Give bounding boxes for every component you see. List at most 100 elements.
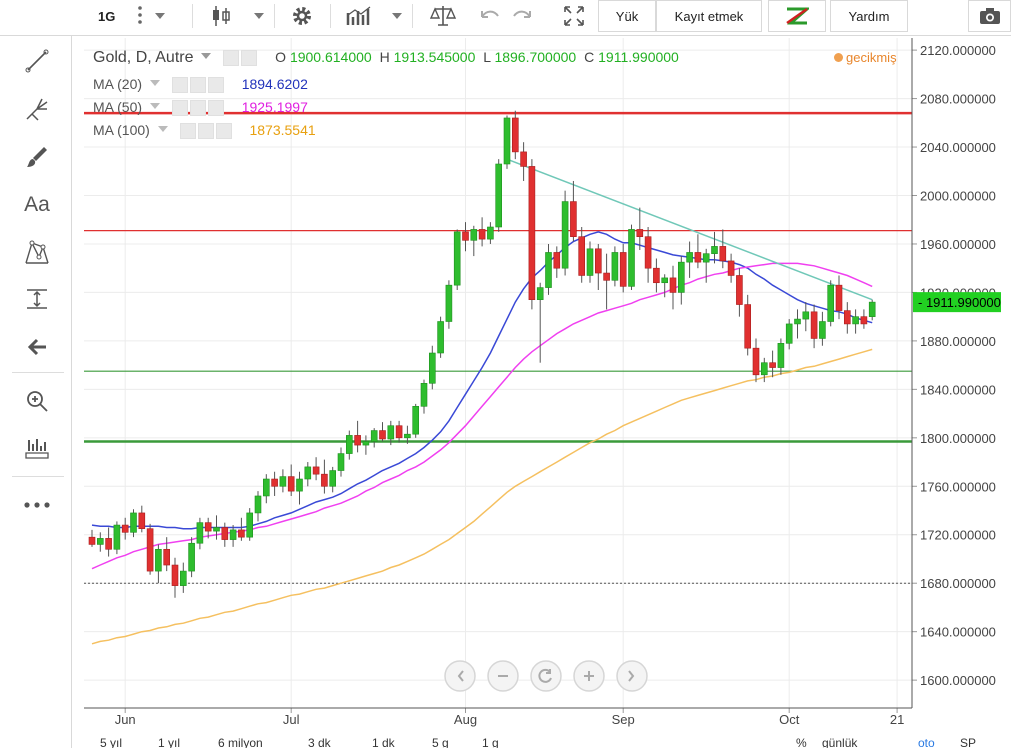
candle-body-up [337, 453, 345, 471]
candle-body-down [619, 252, 627, 287]
settings-icon[interactable] [189, 100, 206, 117]
brush-icon[interactable] [14, 138, 60, 176]
range-3d[interactable]: 3 dk [308, 736, 331, 748]
brand-logo[interactable] [768, 0, 826, 32]
range-1g[interactable]: 1 g [482, 736, 499, 748]
chevron-down-icon[interactable] [201, 53, 212, 59]
zoom-in-icon[interactable] [573, 660, 605, 692]
candle-body-up [611, 252, 619, 281]
interval-select[interactable]: 1G [84, 0, 184, 32]
price-chart[interactable]: 1600.000000 1640.000000 1680.000000 1720.00… [84, 38, 1011, 741]
visibility-icon[interactable] [171, 77, 188, 94]
toolbar-divider [12, 476, 64, 477]
chevron-down-icon[interactable] [254, 13, 264, 19]
chevron-down-icon[interactable] [157, 126, 168, 132]
candle-body-up [428, 352, 436, 384]
auto-toggle[interactable]: oto [918, 736, 935, 748]
range-1y[interactable]: 1 yıl [158, 736, 180, 748]
close-icon[interactable] [215, 123, 232, 140]
candle-body-up [254, 495, 262, 514]
reset-icon[interactable] [530, 660, 562, 692]
scroll-left-icon[interactable] [444, 660, 476, 692]
help-button[interactable]: Yardım [830, 0, 908, 32]
save-button[interactable]: Kayıt etmek [656, 0, 762, 32]
log-toggle[interactable]: günlük [822, 736, 857, 748]
y-tick-label: 2040.000000 [920, 140, 996, 155]
candle-body-down [694, 252, 702, 263]
candle-body-up [760, 362, 768, 376]
redo-icon[interactable] [512, 6, 534, 31]
visibility-icon[interactable] [223, 50, 240, 67]
scale-icon[interactable] [429, 4, 457, 33]
candle-body-down [146, 528, 154, 572]
candle-body-down [860, 316, 868, 325]
close-icon[interactable] [207, 100, 224, 117]
range-5g[interactable]: 5 g [432, 736, 449, 748]
ma50-label: MA (50) [93, 99, 143, 115]
symbol-title: Gold, D, Autre [93, 49, 194, 66]
settings-icon[interactable] [197, 123, 214, 140]
candle [146, 523, 154, 575]
zoom-out-icon[interactable] [487, 660, 519, 692]
candle-body-up [113, 524, 121, 550]
range-1d[interactable]: 1 dk [372, 736, 395, 748]
pattern-icon[interactable] [14, 234, 60, 272]
y-tick-label: 1640.000000 [920, 625, 996, 640]
chevron-down-icon[interactable] [155, 13, 166, 19]
candle-body-up [503, 117, 511, 165]
candle-body-down [379, 430, 386, 440]
load-button[interactable]: Yük [598, 0, 656, 32]
candle-body-down [88, 536, 96, 545]
candle [437, 316, 444, 358]
fullscreen-icon[interactable] [562, 4, 586, 33]
candle [495, 159, 503, 232]
candle-body-down [312, 466, 320, 475]
close-icon[interactable] [207, 77, 224, 94]
measure-icon[interactable] [14, 280, 60, 318]
y-tick-label: 2120.000000 [920, 43, 996, 58]
visibility-icon[interactable] [171, 100, 188, 117]
low-label: L [483, 49, 491, 65]
chevron-down-icon[interactable] [149, 80, 160, 86]
settings-icon[interactable] [241, 50, 258, 67]
range-6m[interactable]: 6 milyon [218, 736, 263, 748]
pitchfork-icon[interactable] [14, 90, 60, 128]
more-vertical-icon[interactable] [137, 5, 143, 28]
candle-body-up [794, 318, 801, 325]
percent-toggle[interactable]: % [796, 736, 807, 748]
candle [528, 159, 536, 310]
zoom-icon[interactable] [14, 382, 60, 420]
text-tool-icon[interactable]: Aa [14, 186, 60, 224]
ma20-value: 1894.6202 [241, 76, 308, 92]
visibility-icon[interactable] [179, 123, 196, 140]
sp-toggle[interactable]: SP [960, 736, 976, 748]
candles-icon[interactable] [210, 4, 232, 33]
more-icon[interactable] [14, 486, 60, 524]
candle-body-up [711, 246, 718, 254]
scroll-right-icon[interactable] [616, 660, 648, 692]
candle-body-down [553, 252, 561, 269]
chevron-down-icon[interactable] [149, 103, 160, 109]
y-tick-label: 1720.000000 [920, 528, 996, 543]
candle-body-up [345, 435, 353, 454]
settings-icon[interactable] [189, 77, 206, 94]
open-label: O [275, 49, 287, 65]
x-tick-label: 21 [890, 712, 904, 727]
ruler-icon[interactable] [14, 430, 60, 468]
y-tick-label: 2080.000000 [920, 92, 996, 107]
undo-icon[interactable] [478, 6, 500, 31]
chevron-down-icon[interactable] [392, 13, 402, 19]
settings-icon[interactable] [290, 4, 314, 33]
candle-body-up [155, 548, 162, 572]
back-arrow-icon[interactable] [14, 328, 60, 366]
indicators-icon[interactable] [346, 5, 374, 32]
candle-body-down [354, 435, 361, 446]
candle [412, 403, 420, 438]
range-5y[interactable]: 5 yıl [100, 736, 122, 748]
candle [188, 537, 195, 578]
chart-canvas[interactable]: 1600.000000 1640.000000 1680.000000 1720.00… [84, 38, 1011, 736]
line-tool-icon[interactable] [14, 42, 60, 80]
candle-body-up [545, 252, 552, 288]
snapshot-button[interactable] [968, 0, 1011, 32]
candle [503, 115, 511, 169]
